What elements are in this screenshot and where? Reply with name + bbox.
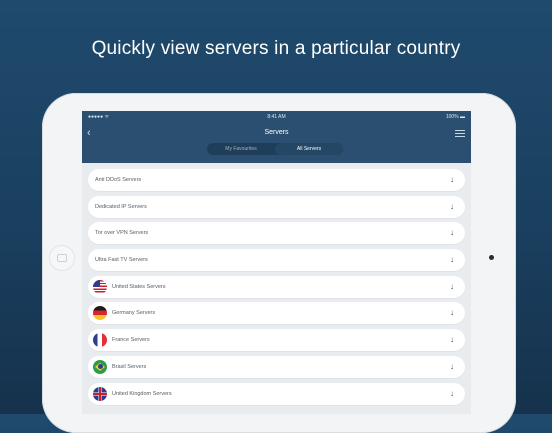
server-list: Anti DDoS Servers ↓ Dedicated IP Servers… [82, 163, 471, 405]
uk-flag-icon [93, 386, 107, 401]
server-filter-segmented-control: My Favourites All Servers [207, 143, 343, 155]
hamburger-menu-icon[interactable] [455, 130, 465, 139]
row-label: United Kingdom Servers [112, 390, 172, 397]
expand-arrow-icon[interactable]: ↓ [450, 307, 454, 318]
server-row-anti-ddos[interactable]: Anti DDoS Servers ↓ [88, 169, 465, 191]
server-row-ultra-fast-tv[interactable]: Ultra Fast TV Servers ↓ [88, 249, 465, 272]
us-flag-icon [93, 279, 107, 294]
tab-all-servers[interactable]: All Servers [275, 143, 343, 155]
server-row-united-states[interactable]: United States Servers ↓ [88, 275, 465, 298]
home-button [49, 245, 75, 271]
server-row-united-kingdom[interactable]: United Kingdom Servers ↓ [88, 382, 465, 405]
app-screen: ●●●●● ᯤ 8:41 AM 100% ▬ ‹ Servers My Favo… [82, 111, 471, 414]
expand-arrow-icon[interactable]: ↓ [450, 201, 454, 212]
expand-arrow-icon[interactable]: ↓ [450, 254, 454, 265]
row-label: Tor over VPN Servers [95, 230, 149, 237]
expand-arrow-icon[interactable]: ↓ [450, 174, 454, 185]
tab-my-favourites[interactable]: My Favourites [207, 143, 275, 155]
row-label: Germany Servers [112, 310, 156, 317]
expand-arrow-icon[interactable]: ↓ [450, 361, 454, 372]
server-row-brasil[interactable]: Brasil Servers ↓ [88, 355, 465, 378]
row-label: Ultra Fast TV Servers [95, 257, 148, 264]
server-row-france[interactable]: France Servers ↓ [88, 329, 465, 352]
status-bar: ●●●●● ᯤ 8:41 AM 100% ▬ [82, 111, 471, 123]
row-label: Anti DDoS Servers [95, 177, 142, 183]
server-row-dedicated-ip[interactable]: Dedicated IP Servers ↓ [88, 195, 465, 218]
row-label: United States Servers [112, 283, 166, 290]
brazil-flag-icon [93, 359, 107, 374]
expand-arrow-icon[interactable]: ↓ [450, 281, 454, 292]
camera-dot [489, 255, 494, 260]
row-label: France Servers [112, 337, 150, 344]
server-row-tor-over-vpn[interactable]: Tor over VPN Servers ↓ [88, 222, 465, 245]
expand-arrow-icon[interactable]: ↓ [450, 227, 454, 238]
promo-headline: Quickly view servers in a particular cou… [91, 38, 461, 59]
france-flag-icon [93, 333, 107, 348]
germany-flag-icon [93, 306, 107, 321]
row-label: Brasil Servers [112, 363, 147, 370]
server-row-germany[interactable]: Germany Servers ↓ [88, 302, 465, 325]
row-label: Dedicated IP Servers [95, 203, 147, 210]
page-title: Servers [264, 129, 289, 136]
status-time: 8:41 AM [267, 114, 286, 120]
expand-arrow-icon[interactable]: ↓ [450, 334, 454, 345]
nav-bar: ‹ Servers My Favourites All Servers [82, 123, 471, 163]
expand-arrow-icon[interactable]: ↓ [450, 388, 454, 399]
